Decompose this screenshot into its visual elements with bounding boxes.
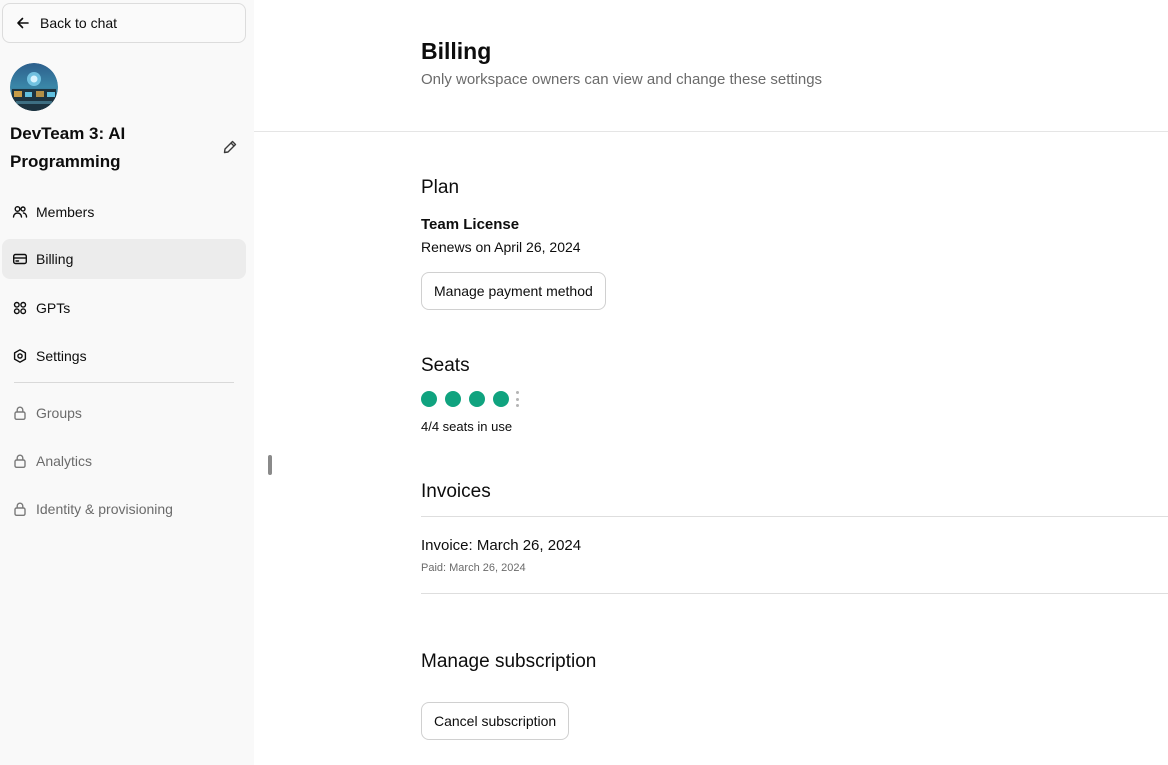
more-options-icon[interactable] [516,390,520,408]
header-divider [254,131,1168,132]
page-subtitle: Only workspace owners can view and chang… [421,71,823,88]
sidebar-item-gpts[interactable]: GPTs [2,288,246,328]
sidebar: Back to chat DevTeam 3: AI Programming M… [0,0,254,765]
sidebar-item-label: Members [36,204,95,220]
sidebar-item-members[interactable]: Members [2,192,246,232]
workspace-avatar [10,63,58,111]
page-title: Billing [421,38,492,64]
plan-heading: Plan [421,177,460,198]
sidebar-item-label: Settings [36,348,87,364]
sidebar-item-analytics[interactable]: Analytics [2,441,246,481]
workspace-name: DevTeam 3: AI Programming [10,124,126,171]
seat-dot [421,391,437,407]
plan-name: Team License [421,216,520,233]
lock-icon [12,405,28,421]
seats-summary: 4/4 seats in use [421,419,513,434]
credit-card-icon [12,251,28,267]
sidebar-item-label: Groups [36,405,82,421]
back-to-chat-label: Back to chat [40,15,118,31]
sidebar-resize-handle[interactable] [268,455,272,475]
sidebar-divider [14,382,234,383]
seat-dot [493,391,509,407]
invoices-divider [421,593,1168,594]
lock-icon [12,453,28,469]
sidebar-item-billing[interactable]: Billing [2,239,246,279]
sidebar-item-label: Analytics [36,453,93,469]
invoice-link[interactable]: Invoice: March 26, 2024 [421,537,581,554]
gear-icon [12,348,28,364]
manage-subscription-heading: Manage subscription [421,651,597,672]
seat-dot [445,391,461,407]
arrow-left-icon [15,15,31,31]
seat-indicator [421,390,520,408]
lock-icon [12,501,28,517]
sidebar-item-label: GPTs [36,300,71,316]
manage-payment-method-button[interactable]: Manage payment method [421,272,606,310]
sidebar-item-label: Identity & provisioning [36,501,173,517]
seat-dot [469,391,485,407]
sidebar-item-identity-provisioning[interactable]: Identity & provisioning [2,489,246,529]
plan-renewal-date: Renews on April 26, 2024 [421,239,581,255]
back-to-chat-button[interactable]: Back to chat [2,3,246,43]
invoices-heading: Invoices [421,481,491,502]
seats-heading: Seats [421,355,470,376]
cancel-subscription-button[interactable]: Cancel subscription [421,702,570,740]
invoices-divider [421,516,1168,517]
pencil-icon[interactable] [222,139,238,155]
grid-icon [12,300,28,316]
sidebar-item-label: Billing [36,251,74,267]
members-icon [12,204,28,220]
invoice-paid-status: Paid: March 26, 2024 [421,562,526,574]
sidebar-item-settings[interactable]: Settings [2,336,246,376]
sidebar-item-groups[interactable]: Groups [2,393,246,433]
app-root: Back to chat DevTeam 3: AI Programming M… [0,0,1168,765]
